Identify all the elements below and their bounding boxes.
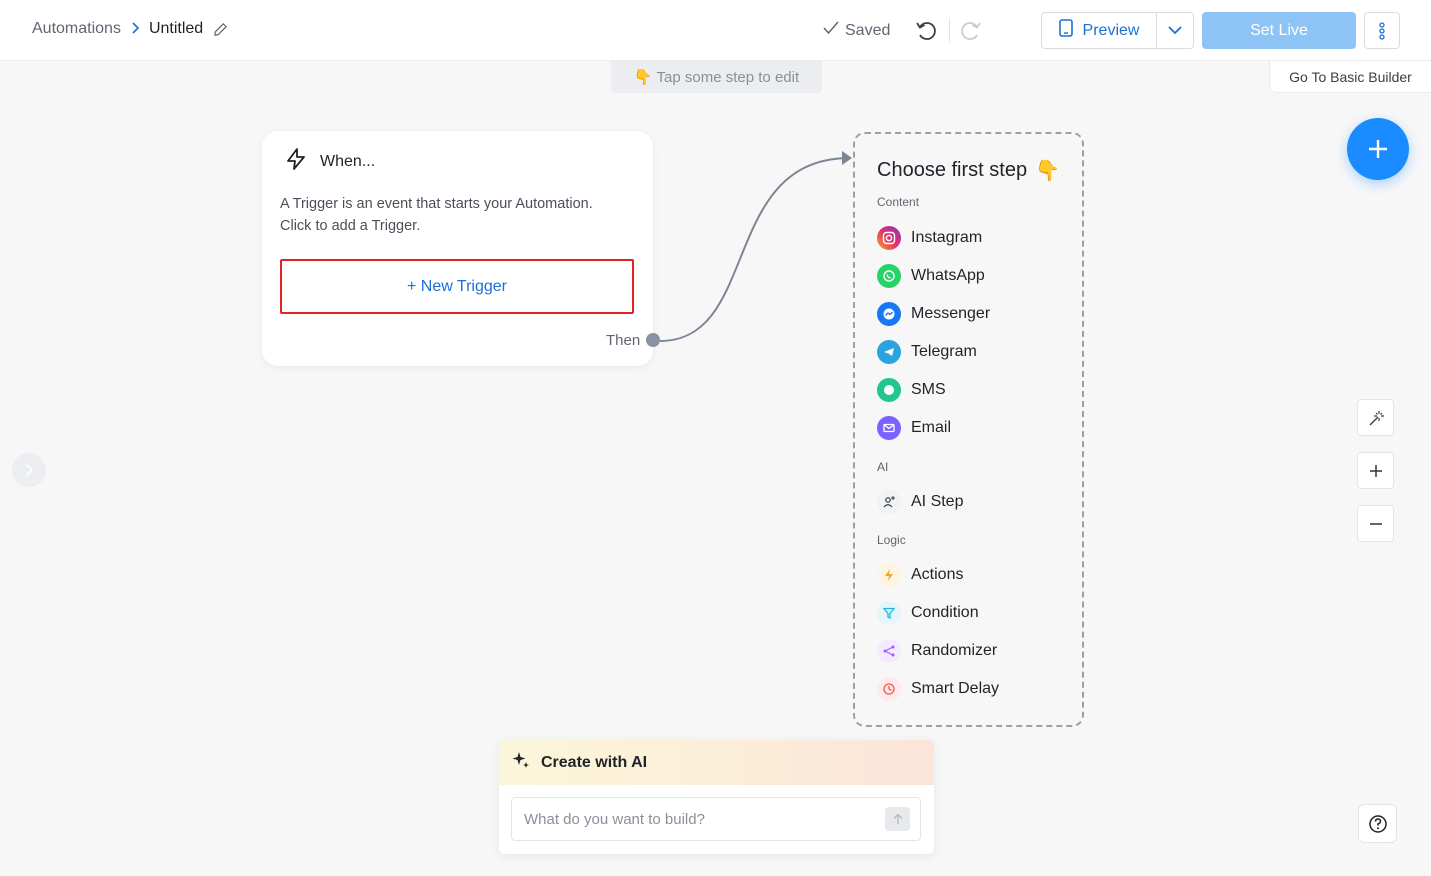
email-icon	[877, 416, 901, 440]
chevron-down-icon	[1168, 26, 1182, 35]
send-button[interactable]	[885, 807, 910, 831]
kebab-menu-icon	[1379, 21, 1385, 40]
smart-delay-icon	[877, 677, 901, 701]
then-connector-handle[interactable]	[646, 333, 660, 347]
section-label-logic: Logic	[877, 533, 906, 547]
undo-icon	[916, 22, 936, 40]
basic-builder-link[interactable]: Go To Basic Builder	[1269, 61, 1431, 93]
question-mark-icon	[1368, 814, 1387, 833]
messenger-icon	[877, 302, 901, 326]
breadcrumb: Automations Untitled	[32, 20, 228, 38]
step-panel-title: Choose first step 👇	[877, 158, 1060, 183]
step-label: Instagram	[911, 229, 983, 246]
actions-icon	[877, 563, 901, 587]
step-label: Randomizer	[911, 642, 998, 659]
step-label: Telegram	[911, 343, 977, 360]
instagram-icon	[877, 226, 901, 250]
preview-group: Preview	[1041, 12, 1194, 49]
undo-button[interactable]	[914, 18, 938, 42]
ai-prompt-input[interactable]	[512, 798, 885, 840]
trigger-description: A Trigger is an event that starts your A…	[280, 196, 593, 234]
pencil-icon[interactable]	[213, 22, 228, 37]
ai-box-title: Create with AI	[541, 753, 648, 771]
step-label: Condition	[911, 604, 979, 621]
randomizer-icon	[877, 639, 901, 663]
step-label: Smart Delay	[911, 680, 1000, 697]
breadcrumb-automations[interactable]: Automations	[32, 20, 121, 38]
automation-title[interactable]: Untitled	[149, 20, 203, 38]
trigger-card[interactable]: When... A Trigger is an event that start…	[262, 131, 660, 366]
step-item-sms[interactable]: SMS	[877, 377, 946, 403]
hint-label: Tap some step to edit	[656, 68, 800, 86]
create-with-ai-box: Create with AI	[499, 740, 934, 854]
step-item-messenger[interactable]: Messenger	[877, 301, 990, 327]
ai-step-icon	[877, 490, 901, 514]
step-label: Messenger	[911, 305, 991, 322]
section-label-content: Content	[877, 195, 920, 209]
step-label: Email	[911, 419, 952, 436]
redo-icon	[961, 22, 981, 40]
step-label: WhatsApp	[911, 267, 985, 284]
step-label: SMS	[911, 381, 946, 398]
step-item-condition[interactable]: Condition	[877, 600, 979, 626]
then-label: Then	[606, 332, 641, 349]
arrow-up-icon	[892, 813, 903, 824]
step-item-actions[interactable]: Actions	[877, 562, 963, 588]
step-item-smart-delay[interactable]: Smart Delay	[877, 676, 999, 702]
condition-icon	[877, 601, 901, 625]
step-item-instagram[interactable]: Instagram	[877, 225, 982, 251]
step-label: Actions	[911, 566, 964, 583]
saved-label: Saved	[845, 21, 891, 39]
plus-icon	[1369, 464, 1382, 477]
zoom-out-button[interactable]	[1357, 505, 1394, 542]
add-step-button[interactable]	[1347, 118, 1409, 180]
edit-hint: 👇 Tap some step to edit	[611, 61, 822, 93]
sparkle-icon	[511, 750, 531, 775]
new-trigger-button[interactable]: + New Trigger	[280, 259, 634, 314]
choose-first-step-panel: Choose first step 👇 Content Instagram Wh…	[853, 132, 1084, 727]
preview-dropdown-button[interactable]	[1157, 13, 1193, 48]
preview-label: Preview	[1082, 21, 1140, 39]
trigger-title: When...	[320, 152, 376, 170]
sms-icon	[877, 378, 901, 402]
magic-wand-icon	[1369, 410, 1384, 425]
telegram-icon	[877, 340, 901, 364]
phone-icon	[1058, 19, 1073, 42]
chevron-right-icon	[130, 21, 140, 38]
step-item-telegram[interactable]: Telegram	[877, 339, 977, 365]
saved-status: Saved	[823, 21, 890, 40]
step-item-whatsapp[interactable]: WhatsApp	[877, 263, 985, 289]
top-bar: Automations Untitled Saved Preview Set L…	[0, 0, 1431, 61]
more-options-button[interactable]	[1364, 12, 1400, 49]
zoom-in-button[interactable]	[1357, 452, 1394, 489]
step-item-randomizer[interactable]: Randomizer	[877, 638, 997, 664]
check-icon	[823, 21, 839, 40]
step-item-ai-step[interactable]: AI Step	[877, 489, 963, 515]
divider	[949, 18, 950, 42]
plus-icon	[1369, 140, 1387, 158]
step-item-email[interactable]: Email	[877, 415, 951, 441]
chevron-right-icon	[26, 464, 33, 476]
magic-wand-button[interactable]	[1357, 399, 1394, 436]
preview-button[interactable]: Preview	[1042, 13, 1157, 48]
ai-prompt-field	[511, 797, 921, 841]
pointing-down-icon: 👇	[1035, 160, 1060, 182]
whatsapp-icon	[877, 264, 901, 288]
lightning-icon	[284, 147, 308, 176]
trigger-header: When...	[284, 147, 375, 176]
step-title-text: Choose first step	[877, 159, 1028, 181]
minus-icon	[1369, 522, 1382, 525]
help-button[interactable]	[1358, 804, 1397, 843]
set-live-button[interactable]: Set Live	[1202, 12, 1356, 49]
expand-sidebar-button[interactable]	[12, 453, 46, 487]
pointing-down-icon: 👇	[633, 69, 653, 86]
section-label-ai: AI	[877, 460, 889, 474]
ai-box-header: Create with AI	[499, 740, 934, 785]
step-label: AI Step	[911, 493, 964, 510]
redo-button[interactable]	[959, 18, 983, 42]
